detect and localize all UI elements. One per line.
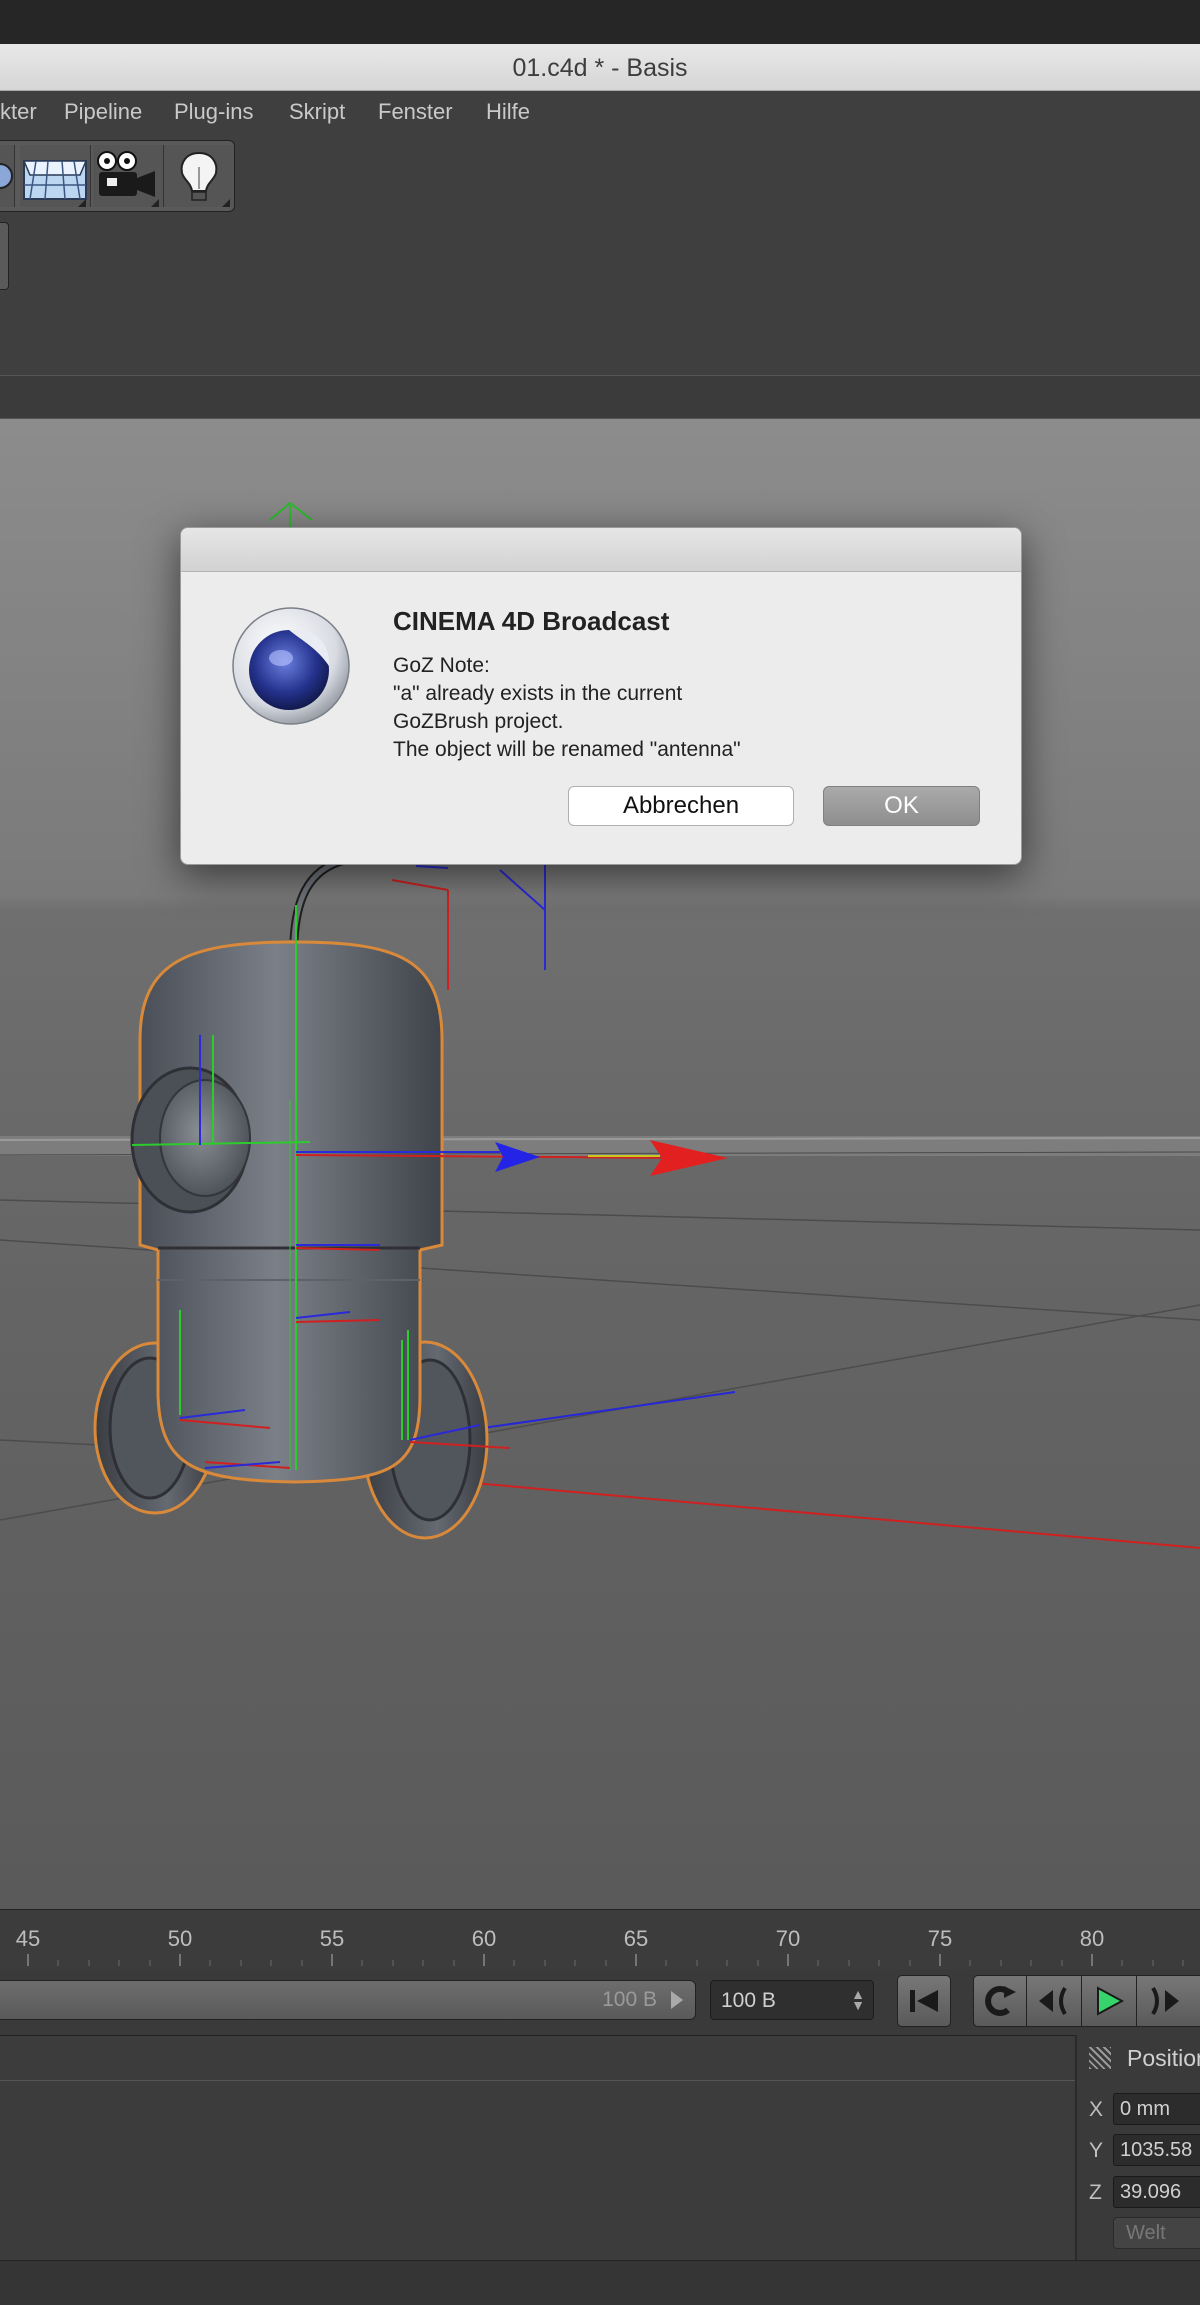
side-tool-button[interactable] (0, 222, 9, 290)
stepper-icon: ▲ ▼ (851, 1986, 865, 2013)
window-titlebar: 01.c4d * - Basis (0, 44, 1200, 91)
play-button[interactable] (1081, 1975, 1137, 2027)
go-to-start-icon (910, 1990, 938, 2012)
coordinate-mode-dropdown[interactable]: Welt (1113, 2217, 1200, 2249)
loop-icon (985, 1986, 1016, 2016)
x-position-value: 0 mm (1120, 2098, 1170, 2120)
panel-divider (0, 2080, 1075, 2081)
menu-bar: kter Pipeline Plug-ins Skript Fenster Hi… (0, 91, 1200, 135)
coordinates-panel: Position X 0 mm Y 1035.58 Z 39.096 Welt (1075, 2035, 1200, 2260)
timeline-tick: 45 (15, 1926, 41, 1951)
timeline-tick: 75 (927, 1926, 953, 1951)
cinema4d-logo-icon (231, 606, 351, 726)
timeline-tick: 80 (1079, 1926, 1105, 1951)
timeline-ruler[interactable]: 45 50 55 60 65 70 75 80 (0, 1909, 1200, 1970)
next-key-icon (1151, 1986, 1179, 2016)
window-title: 01.c4d * - Basis (512, 54, 688, 82)
menu-item-fenster[interactable]: Fenster (378, 99, 453, 125)
goz-alert-dialog: CINEMA 4D Broadcast GoZ Note: "a" alread… (180, 527, 1022, 865)
x-label: X (1089, 2098, 1104, 2121)
coordinates-header: Position (1127, 2045, 1200, 2071)
timeline-tick: 55 (319, 1926, 345, 1951)
dialog-message-line: The object will be renamed "antenna" (393, 738, 741, 761)
floor-icon[interactable] (20, 145, 91, 207)
system-top-bar (0, 0, 1200, 44)
prev-key-icon (1039, 1986, 1067, 2016)
grip-icon (1089, 2047, 1111, 2069)
timeline-tick: 60 (471, 1926, 497, 1951)
primitive-icon[interactable] (0, 145, 15, 207)
prev-key-button[interactable] (1026, 1975, 1082, 2027)
light-icon[interactable] (164, 145, 234, 207)
cancel-button[interactable]: Abbrechen (568, 786, 794, 826)
frame-range-value: 100 B (602, 1988, 657, 2011)
coordinate-mode-value: Welt (1126, 2222, 1166, 2244)
toolbar-group (0, 140, 235, 212)
camera-icon[interactable] (93, 145, 164, 207)
ok-button[interactable]: OK (823, 786, 980, 826)
loop-button[interactable] (973, 1975, 1027, 2027)
y-position-value: 1035.58 (1120, 2139, 1193, 2161)
dialog-message-line: "a" already exists in the current (393, 682, 683, 705)
timeline-tick: 50 (167, 1926, 193, 1951)
menu-item-hilfe[interactable]: Hilfe (486, 99, 530, 125)
z-label: Z (1089, 2181, 1102, 2204)
y-position-field[interactable]: 1035.58 (1113, 2134, 1200, 2166)
frame-range-slider[interactable]: 100 B (0, 1980, 696, 2020)
next-key-button[interactable] (1136, 1975, 1200, 2027)
z-position-value: 39.096 (1120, 2181, 1182, 2203)
dialog-titlebar (181, 528, 1021, 572)
status-bar (0, 2260, 1200, 2305)
menu-item-objekte[interactable]: kter (0, 99, 37, 125)
go-to-start-button[interactable] (897, 1975, 951, 2027)
dialog-message-line: GoZBrush project. (393, 710, 564, 733)
z-position-field[interactable]: 39.096 (1113, 2176, 1200, 2208)
end-frame-field[interactable]: 100 B ▲ ▼ (710, 1980, 874, 2020)
y-label: Y (1089, 2139, 1104, 2162)
timeline-tick-marks (27, 1954, 1184, 1966)
end-frame-value: 100 B (721, 1989, 776, 2012)
x-position-field[interactable]: 0 mm (1113, 2093, 1200, 2125)
dialog-title: CINEMA 4D Broadcast (393, 606, 670, 636)
play-icon (1097, 1986, 1125, 2016)
menu-item-pipeline[interactable]: Pipeline (64, 99, 142, 125)
slider-arrow-icon (671, 1991, 683, 2009)
viewport-header (0, 376, 1200, 419)
dialog-message-line: GoZ Note: (393, 654, 490, 677)
menu-item-skript[interactable]: Skript (289, 99, 345, 125)
timeline-tick: 65 (623, 1926, 649, 1951)
timeline-tick: 70 (775, 1926, 801, 1951)
menu-item-plugins[interactable]: Plug-ins (174, 99, 253, 125)
